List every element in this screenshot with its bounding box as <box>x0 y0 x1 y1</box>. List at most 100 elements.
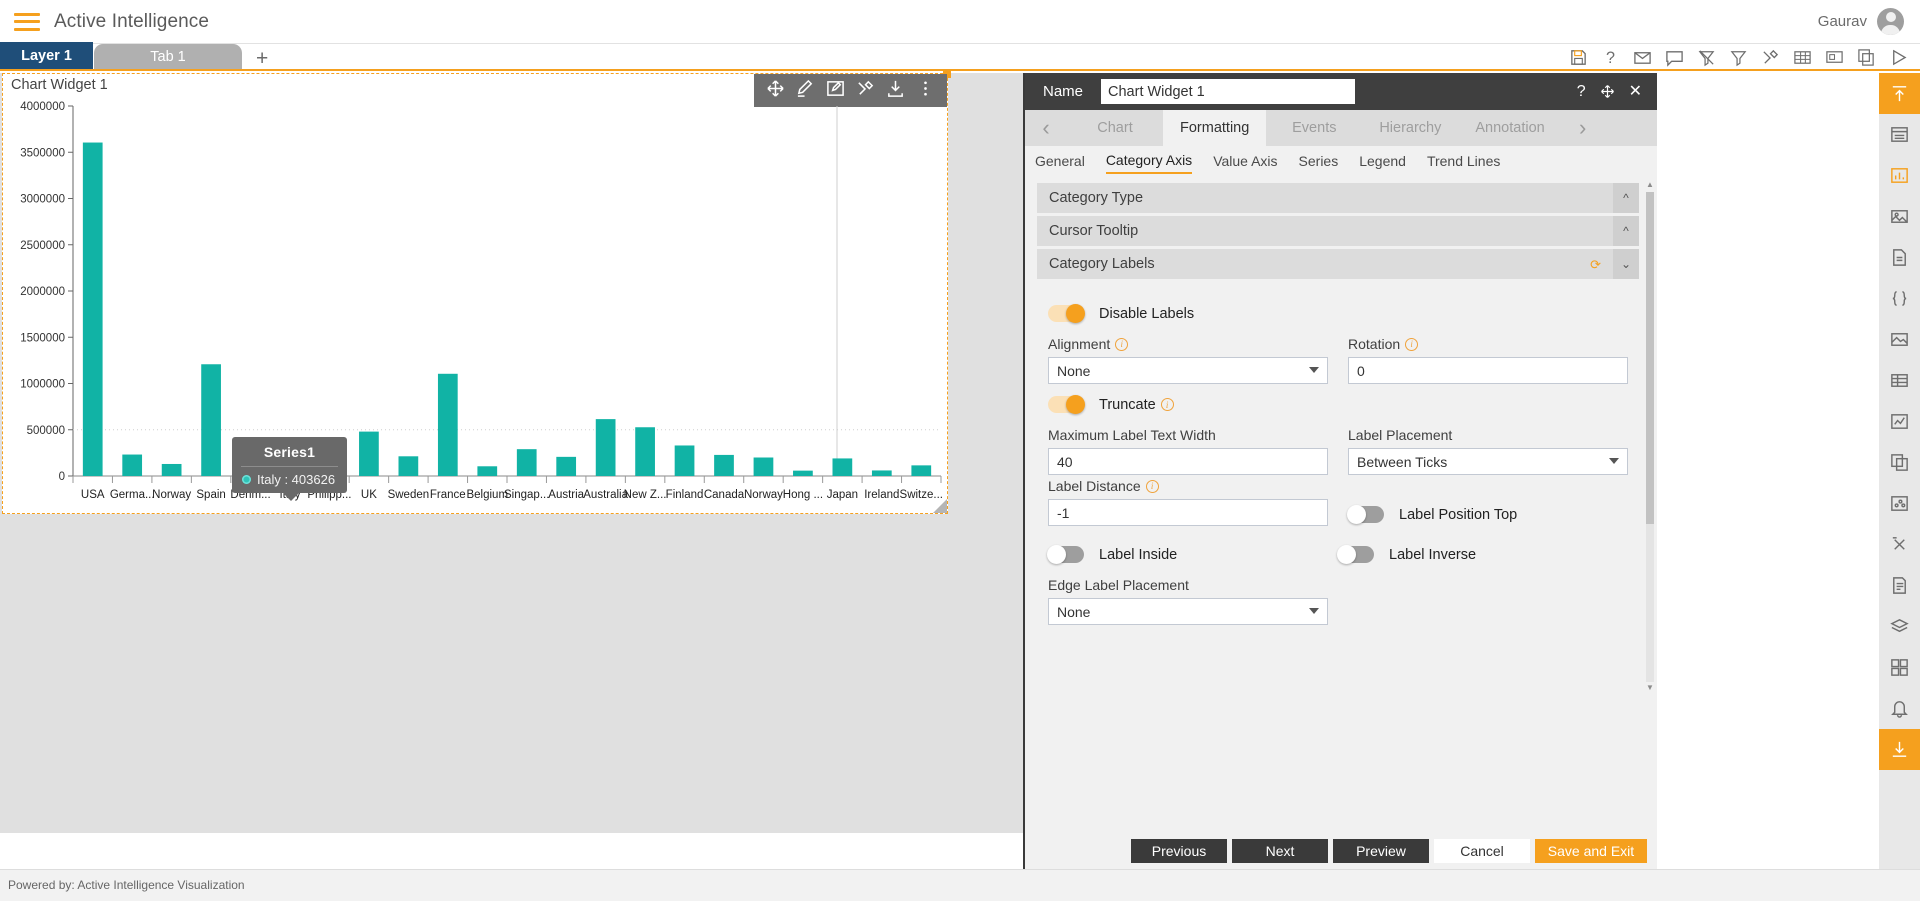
tab-bar-icons: ? <box>1569 48 1908 69</box>
maxwidth-placement-row: Maximum Label Text Width Label Placement… <box>1048 427 1628 475</box>
document-icon[interactable] <box>1879 237 1920 278</box>
accordion-cursor-tooltip[interactable]: Cursor Tooltip ^ <box>1037 216 1639 246</box>
chevron-right-icon[interactable]: › <box>1562 110 1604 146</box>
accordion-area: Category Type ^ Cursor Tooltip ^ Categor… <box>1025 180 1657 695</box>
label-distance-input[interactable] <box>1048 499 1328 526</box>
label-inverse-field: Label Inverse <box>1337 545 1628 564</box>
disable-labels-toggle[interactable] <box>1048 304 1085 323</box>
chart-bar-icon[interactable] <box>1879 155 1920 196</box>
widget-name-input[interactable] <box>1101 79 1356 104</box>
filter-off-icon[interactable] <box>1697 48 1716 67</box>
tab-hierarchy[interactable]: Hierarchy <box>1362 110 1458 146</box>
scatter-icon[interactable] <box>1879 483 1920 524</box>
label-inverse-toggle[interactable] <box>1337 545 1374 564</box>
tab-annotation[interactable]: Annotation <box>1458 110 1561 146</box>
layers-copy-icon[interactable] <box>1879 442 1920 483</box>
canvas-area: Chart Widget 1 0 500000 1000000 1500000 2000… <box>0 70 1023 833</box>
add-tab-button[interactable]: + <box>256 48 268 69</box>
tools-icon[interactable] <box>1761 48 1780 67</box>
help-icon[interactable]: ? <box>1577 83 1586 100</box>
next-button[interactable]: Next <box>1232 839 1328 863</box>
chevron-up-icon[interactable]: ^ <box>1613 216 1639 246</box>
rotation-input[interactable] <box>1348 357 1628 384</box>
label-placement-select[interactable]: Between Ticks <box>1348 448 1628 475</box>
tab-events[interactable]: Events <box>1266 110 1362 146</box>
help-icon[interactable]: ? <box>1601 48 1620 67</box>
tab-formatting[interactable]: Formatting <box>1163 110 1267 146</box>
picture-icon[interactable] <box>1879 319 1920 360</box>
truncate-toggle[interactable] <box>1048 395 1085 414</box>
move-icon[interactable] <box>1600 84 1615 99</box>
app-title: Active Intelligence <box>54 10 210 32</box>
copy-icon[interactable] <box>1857 48 1876 67</box>
scrollbar-thumb[interactable] <box>1646 192 1654 524</box>
disable-labels-row: Disable Labels <box>1048 304 1628 323</box>
table-icon[interactable] <box>1879 360 1920 401</box>
mail-icon[interactable] <box>1633 48 1652 67</box>
subtab-trend-lines[interactable]: Trend Lines <box>1427 153 1500 173</box>
edge-label-placement-value: None <box>1057 603 1091 620</box>
subtab-general[interactable]: General <box>1035 153 1085 173</box>
scroll-down-arrow-icon[interactable]: ▼ <box>1646 683 1654 693</box>
line-chart-icon[interactable] <box>1879 401 1920 442</box>
play-icon[interactable] <box>1889 48 1908 67</box>
edge-label-placement-label-wrap: Edge Label Placement <box>1048 577 1328 593</box>
chevron-left-icon[interactable]: ‹ <box>1025 110 1067 146</box>
code-braces-icon[interactable] <box>1879 278 1920 319</box>
tab-chart[interactable]: Chart <box>1067 110 1163 146</box>
grid-icon[interactable] <box>1793 48 1812 67</box>
info-icon[interactable]: i <box>1405 337 1419 351</box>
chart-widget[interactable]: Chart Widget 1 0 500000 1000000 1500000 2000… <box>2 70 951 514</box>
chevron-up-icon[interactable]: ^ <box>1613 183 1639 213</box>
page-tab-1[interactable]: Tab 1 <box>94 44 242 69</box>
label-position-top-toggle[interactable] <box>1347 505 1384 524</box>
page-icon[interactable] <box>1879 565 1920 606</box>
hamburger-icon[interactable] <box>14 12 40 31</box>
function-icon[interactable] <box>1879 524 1920 565</box>
info-icon[interactable]: i <box>1145 479 1159 493</box>
subtab-series[interactable]: Series <box>1299 153 1339 173</box>
presentation-icon[interactable] <box>1825 48 1844 67</box>
comment-icon[interactable] <box>1665 48 1684 67</box>
list-icon[interactable] <box>1879 114 1920 155</box>
edge-label-placement-select[interactable]: None <box>1048 598 1328 625</box>
widget-grid-icon[interactable] <box>1879 647 1920 688</box>
save-and-exit-button[interactable]: Save and Exit <box>1535 839 1647 863</box>
filter-icon[interactable] <box>1729 48 1748 67</box>
accordion-category-labels[interactable]: Category Labels ⟳ ⌄ <box>1037 249 1639 279</box>
chart-tooltip: Series1 Italy : 403626 <box>232 437 347 501</box>
save-icon[interactable] <box>1569 48 1588 67</box>
chevron-down-icon[interactable]: ⌄ <box>1613 249 1639 279</box>
svg-text:USA: USA <box>81 489 105 501</box>
layer-tab[interactable]: Layer 1 <box>0 42 93 69</box>
upload-top-icon[interactable] <box>1879 73 1920 114</box>
alignment-select[interactable]: None <box>1048 357 1328 384</box>
subtab-legend[interactable]: Legend <box>1359 153 1406 173</box>
cancel-button[interactable]: Cancel <box>1434 839 1530 863</box>
image-frame-icon[interactable] <box>1879 196 1920 237</box>
alert-bell-icon[interactable] <box>1879 688 1920 729</box>
max-label-width-input[interactable] <box>1048 448 1328 475</box>
user-avatar-icon[interactable] <box>1877 8 1904 35</box>
svg-text:France: France <box>430 489 466 501</box>
stack-icon[interactable] <box>1879 606 1920 647</box>
label-inside-toggle[interactable] <box>1047 545 1084 564</box>
panel-scrollbar[interactable]: ▲ ▼ <box>1645 180 1655 695</box>
close-icon[interactable]: ✕ <box>1629 83 1642 100</box>
subtab-category-axis[interactable]: Category Axis <box>1105 152 1193 174</box>
preview-button[interactable]: Preview <box>1333 839 1429 863</box>
edge-placement-row: Edge Label Placement None <box>1048 577 1628 625</box>
scroll-up-arrow-icon[interactable]: ▲ <box>1646 180 1654 190</box>
chart-plot[interactable]: 0 500000 1000000 1500000 2000000 2500000 30000… <box>3 94 949 514</box>
info-icon[interactable]: i <box>1115 337 1129 351</box>
previous-button[interactable]: Previous <box>1131 839 1227 863</box>
label-inside-field: Label Inside <box>1047 545 1338 564</box>
info-icon[interactable]: i <box>1160 398 1174 411</box>
truncate-label-wrap: Truncate i <box>1099 397 1174 413</box>
accordion-category-type[interactable]: Category Type ^ <box>1037 183 1639 213</box>
download-icon[interactable] <box>1879 729 1920 770</box>
toggle-knob <box>1066 304 1085 323</box>
svg-text:Sweden: Sweden <box>388 489 430 501</box>
subtab-value-axis[interactable]: Value Axis <box>1213 153 1277 173</box>
refresh-icon[interactable]: ⟳ <box>1590 257 1601 273</box>
